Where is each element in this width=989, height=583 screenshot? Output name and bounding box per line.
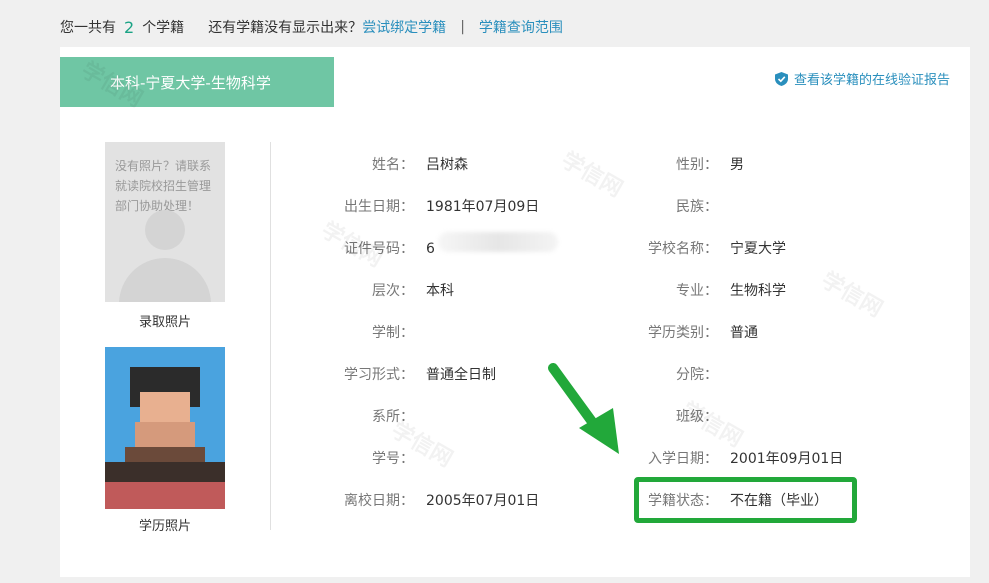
field-label: 姓名： xyxy=(372,157,414,173)
field-duration: 学制： xyxy=(310,322,426,342)
field-school-name: 学校名称： 宁夏大学 xyxy=(600,238,786,258)
field-value: 吕树森 xyxy=(426,157,468,173)
student-record-card: 本科-宁夏大学-生物科学 查看该学籍的在线验证报告 没有照片？请联系就读院校招生… xyxy=(60,47,970,577)
verify-report-label: 查看该学籍的在线验证报告 xyxy=(793,73,950,88)
field-level: 层次： 本科 xyxy=(310,280,454,300)
degree-photo-caption: 学历照片 xyxy=(138,519,191,534)
bind-record-link[interactable]: 尝试绑定学籍 xyxy=(362,17,446,37)
field-label: 学历类别： xyxy=(648,325,718,341)
field-value: 2005年07月01日 xyxy=(426,493,540,509)
summary-prefix: 您一共有 xyxy=(60,20,116,36)
field-label: 学制： xyxy=(372,325,414,341)
status-highlight-box xyxy=(634,477,857,523)
arrow-down-right-icon xyxy=(548,363,619,454)
query-scope-link[interactable]: 学籍查询范围 xyxy=(479,17,563,37)
field-study-mode: 学习形式： 普通全日制 xyxy=(310,364,496,384)
field-department: 系所： xyxy=(310,406,426,426)
column-divider xyxy=(270,142,271,530)
shield-check-icon xyxy=(774,71,788,86)
field-label: 证件号码： xyxy=(344,241,414,257)
missing-records-question: 还有学籍没有显示出来？ xyxy=(208,20,363,36)
field-education-type: 学历类别： 普通 xyxy=(600,322,758,342)
field-label: 层次： xyxy=(372,283,414,299)
field-enroll-date: 入学日期： 2001年09月01日 xyxy=(600,448,843,468)
student-record-summary: 您一共有 2 个学籍 还有学籍没有显示出来？ 尝试绑定学籍 | 学籍查询范围 xyxy=(60,14,563,40)
field-value: 普通全日制 xyxy=(426,367,496,383)
field-label: 学习形式： xyxy=(344,367,414,383)
record-title-tag: 本科-宁夏大学-生物科学 xyxy=(60,57,334,107)
field-label: 系所： xyxy=(372,409,414,425)
field-student-number: 学号： xyxy=(310,448,426,468)
degree-photo xyxy=(105,347,225,509)
field-label: 离校日期： xyxy=(344,493,414,509)
link-separator: | xyxy=(460,19,465,35)
field-label: 民族： xyxy=(676,199,718,215)
field-label: 学校名称： xyxy=(648,241,718,257)
field-major: 专业： 生物科学 xyxy=(600,280,786,300)
field-leave-date: 离校日期： 2005年07月01日 xyxy=(310,490,539,510)
field-value: 生物科学 xyxy=(730,283,786,299)
record-count: 2 xyxy=(124,17,135,37)
field-value: 2001年09月01日 xyxy=(730,451,844,467)
field-label: 学号： xyxy=(372,451,414,467)
no-photo-note: 没有照片？请联系就读院校招生管理部门协助处理！ xyxy=(115,159,212,213)
field-label: 性别： xyxy=(676,157,718,173)
id-number-redaction xyxy=(438,232,558,252)
summary-suffix: 个学籍 xyxy=(142,20,185,36)
field-label: 出生日期： xyxy=(344,199,414,215)
field-value: 本科 xyxy=(426,283,454,299)
admission-photo-caption: 录取照片 xyxy=(138,315,191,330)
field-gender: 性别： 男 xyxy=(600,154,744,174)
field-value: 宁夏大学 xyxy=(730,241,786,257)
field-label: 专业： xyxy=(676,283,718,299)
field-value: 6 xyxy=(426,241,435,257)
field-name: 姓名： 吕树森 xyxy=(310,154,468,174)
verify-report-link[interactable]: 查看该学籍的在线验证报告 xyxy=(774,69,950,88)
watermark: 学信网 xyxy=(816,267,887,323)
field-birth-date: 出生日期： 1981年07月09日 xyxy=(310,196,539,216)
field-id-number: 证件号码： 6 xyxy=(310,238,435,258)
avatar-body-icon xyxy=(119,258,211,302)
field-value: 男 xyxy=(730,157,744,173)
avatar-head-icon xyxy=(145,210,185,250)
field-value: 1981年07月09日 xyxy=(426,199,540,215)
field-value: 普通 xyxy=(730,325,758,341)
field-ethnicity: 民族： xyxy=(600,196,730,216)
admission-photo-placeholder: 没有照片？请联系就读院校招生管理部门协助处理！ xyxy=(105,142,225,302)
